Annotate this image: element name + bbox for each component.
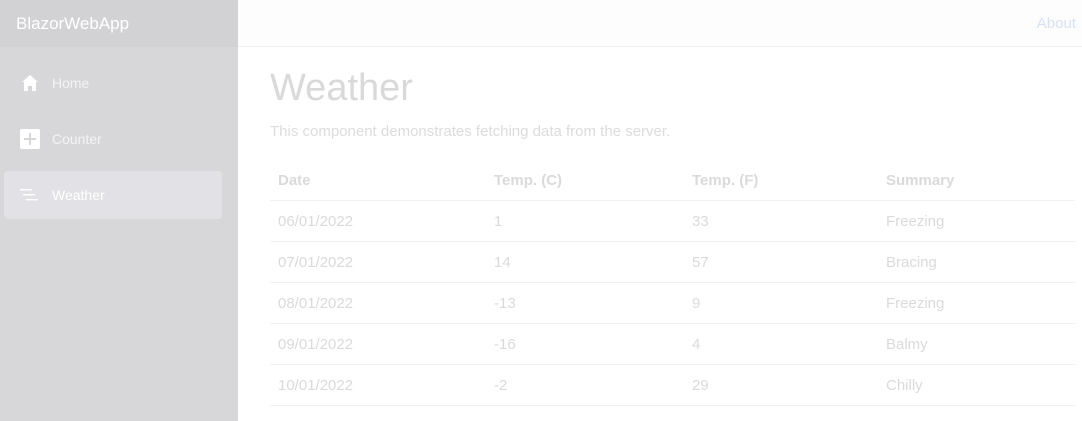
nav-item-label: Home	[52, 75, 90, 91]
cell-temp-c: -16	[486, 323, 684, 365]
table-row: 08/01/2022 -13 9 Freezing	[270, 282, 1075, 324]
table-body: 06/01/2022 1 33 Freezing 07/01/2022 14 5…	[270, 200, 1075, 406]
page-description: This component demonstrates fetching dat…	[270, 123, 671, 140]
table-row: 06/01/2022 1 33 Freezing	[270, 200, 1075, 242]
column-header-summary: Summary	[878, 160, 1075, 201]
nav-item-home[interactable]: Home	[4, 59, 222, 107]
sidebar: BlazorWebApp Home Counter Weather	[0, 0, 238, 421]
brand-bar: BlazorWebApp	[0, 0, 238, 47]
top-row: About	[238, 0, 1082, 47]
cell-temp-c: 1	[486, 200, 684, 242]
header-row: Date Temp. (C) Temp. (F) Summary	[270, 160, 1075, 201]
column-header-temp-c: Temp. (C)	[486, 160, 684, 201]
cell-summary: Bracing	[878, 241, 1075, 283]
column-header-temp-f: Temp. (F)	[684, 160, 878, 201]
cell-date: 08/01/2022	[270, 282, 486, 324]
cell-temp-f: 33	[684, 200, 878, 242]
cell-date: 09/01/2022	[270, 323, 486, 365]
cell-temp-f: 57	[684, 241, 878, 283]
table-header: Date Temp. (C) Temp. (F) Summary	[270, 160, 1075, 201]
cell-temp-f: 29	[684, 364, 878, 406]
cell-temp-c: -2	[486, 364, 684, 406]
home-icon	[20, 73, 40, 93]
column-header-date: Date	[270, 160, 486, 201]
table-row: 07/01/2022 14 57 Bracing	[270, 241, 1075, 283]
cell-date: 07/01/2022	[270, 241, 486, 283]
nav-item-label: Counter	[52, 131, 102, 147]
brand-link[interactable]: BlazorWebApp	[16, 14, 129, 34]
cell-summary: Freezing	[878, 282, 1075, 324]
nav-item-label: Weather	[52, 187, 105, 203]
cell-temp-c: 14	[486, 241, 684, 283]
cell-date: 10/01/2022	[270, 364, 486, 406]
main-area: About Weather This component demonstrate…	[238, 0, 1082, 421]
nav-menu: Home Counter Weather	[0, 47, 238, 219]
nav-item-weather[interactable]: Weather	[4, 171, 222, 219]
cell-date: 06/01/2022	[270, 200, 486, 242]
page-title: Weather	[270, 67, 413, 109]
app-root: BlazorWebApp Home Counter Weather About …	[0, 0, 1082, 421]
cell-summary: Freezing	[878, 200, 1075, 242]
list-lines-icon	[20, 185, 40, 205]
cell-temp-f: 4	[684, 323, 878, 365]
nav-item-counter[interactable]: Counter	[4, 115, 222, 163]
table-row: 10/01/2022 -2 29 Chilly	[270, 364, 1075, 406]
cell-summary: Balmy	[878, 323, 1075, 365]
table-row: 09/01/2022 -16 4 Balmy	[270, 323, 1075, 365]
cell-temp-f: 9	[684, 282, 878, 324]
forecast-table: Date Temp. (C) Temp. (F) Summary 06/01/2…	[270, 160, 1075, 406]
page-content: Weather This component demonstrates fetc…	[238, 47, 1082, 406]
about-link[interactable]: About	[1037, 15, 1076, 32]
cell-summary: Chilly	[878, 364, 1075, 406]
plus-square-icon	[20, 129, 40, 149]
cell-temp-c: -13	[486, 282, 684, 324]
